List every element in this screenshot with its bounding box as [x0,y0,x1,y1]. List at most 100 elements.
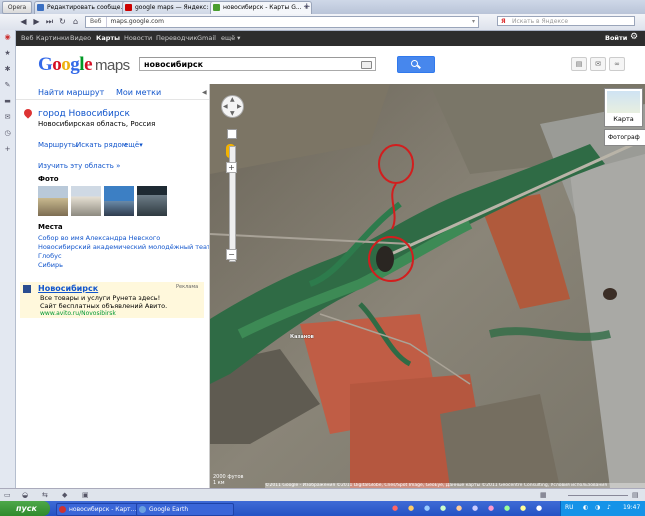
pan-left-icon[interactable]: ◀ [223,103,228,110]
place-link[interactable]: Новосибирский академический молодёжный т… [38,243,209,251]
opera-menu-button[interactable]: Opera [2,1,32,14]
view-icon[interactable]: ▣ [82,491,89,499]
pan-control[interactable]: ▲ ▼ ◀ ▶ [221,95,244,118]
quicklaunch-icon[interactable]: ● [536,504,542,512]
notes-icon[interactable]: ✎ [4,82,11,89]
tray-icon[interactable]: ◑ [595,504,600,511]
search-field[interactable]: Я Искать в Яндексе [497,16,635,26]
ad-title[interactable]: Новосибирск [38,284,98,293]
photos-toggle-button[interactable]: Фотограф [604,129,645,146]
turbo-icon[interactable]: ◆ [62,491,67,499]
place-link[interactable]: Сибирь [38,261,63,269]
gbar-link-more[interactable]: ещё ▾ [221,34,240,42]
tab-edit-message[interactable]: Редактировать сообще... ✕ [34,1,132,14]
zoom-view-icon[interactable]: ▦ [540,491,547,499]
tab-yandex-search[interactable]: google maps — Яндекс: ... ✕ [122,1,220,14]
search-nearby-action[interactable]: Искать рядом [76,141,127,149]
zoom-slider[interactable] [568,495,628,496]
gbar-link-translate[interactable]: Переводчик [156,34,197,42]
place-title[interactable]: город Новосибирск [38,109,130,119]
unite-icon[interactable]: ◒ [22,491,28,499]
signin-link[interactable]: Войти [605,34,627,42]
fast-forward-icon[interactable]: ⏭ [44,16,55,27]
taskbar-google-earth[interactable]: Google Earth [136,503,234,516]
photo-thumbnail[interactable] [38,186,68,216]
more-actions[interactable]: ещё▾ [124,141,143,149]
place-link[interactable]: Собор во имя Александра Невского [38,234,160,242]
reload-icon[interactable]: ↻ [57,16,68,27]
gbar-link-news[interactable]: Новости [124,34,152,42]
opera-logo-icon[interactable]: ◉ [4,34,11,41]
place-link[interactable]: Глобус [38,252,62,260]
share-icon[interactable]: ⇆ [42,491,48,499]
forward-arrow-icon[interactable]: ▶ [31,16,42,27]
add-panel-icon[interactable]: + [4,146,11,153]
photo-thumbnail[interactable] [104,186,134,216]
satellite-map[interactable]: ▲ ▼ ◀ ▶ + − Карта Фотограф Казанов 2000 … [210,84,645,488]
home-icon[interactable]: ⌂ [70,16,81,27]
map-place-label[interactable]: Казанов [290,334,314,340]
address-field[interactable]: Веб maps.google.com ▾ [85,16,479,28]
directions-action[interactable]: Маршруты [38,141,77,149]
gbar-link-video[interactable]: Видео [70,34,91,42]
chat-icon[interactable]: ▬ [4,98,11,105]
new-tab-button[interactable]: + [303,2,311,12]
tab-favicon-icon [37,4,44,11]
gbar-link-gmail[interactable]: Gmail [197,34,216,42]
gbar-link-web[interactable]: Веб [21,34,33,42]
map-scale: 2000 футов 1 км [213,474,243,486]
photo-thumbnail[interactable] [71,186,101,216]
ad-url[interactable]: www.avito.ru/Novosibirsk [40,310,116,317]
back-arrow-icon[interactable]: ◀ [18,16,29,27]
start-button[interactable]: пуск [0,501,50,516]
widgets-gear-icon[interactable]: ✱ [4,66,11,73]
explore-area-link[interactable]: Изучить эту область » [38,162,120,170]
panel-toggle-icon[interactable]: ▭ [4,491,11,499]
maps-search-input[interactable]: новосибирск [139,57,376,71]
gbar-link-maps[interactable]: Карты [96,34,120,42]
google-maps-logo[interactable]: Google maps [38,54,130,76]
print-icon[interactable]: ▤ [571,57,587,71]
pan-right-icon[interactable]: ▶ [237,103,242,110]
maps-search-button[interactable] [397,56,435,73]
sponsored-ad[interactable]: Новосибирск Реклама Все товары и услуги … [20,282,204,318]
bookmark-star-icon[interactable]: ▾ [472,17,475,27]
mail-icon[interactable]: ✉ [4,114,11,121]
tab-google-maps[interactable]: новосибирск - Карты G... ✕ [210,1,312,14]
quicklaunch-icon[interactable]: ● [408,504,414,512]
email-icon[interactable]: ✉ [590,57,606,71]
yandex-logo-icon: Я [501,18,506,25]
keyboard-icon[interactable] [361,61,372,69]
quicklaunch-icon[interactable]: ● [488,504,494,512]
language-indicator[interactable]: RU [565,504,574,511]
quicklaunch-icon[interactable]: ● [456,504,462,512]
task-label: новосибирск - Карт... [69,506,137,513]
results-panel: Найти маршрут Мои метки ◀ город Новосиби… [16,84,210,488]
settings-gear-icon[interactable]: ⚙ [630,32,638,42]
quicklaunch-icon[interactable]: ● [472,504,478,512]
taskbar-opera-window[interactable]: новосибирск - Карт... [56,503,146,516]
quicklaunch-icon[interactable]: ● [504,504,510,512]
tray-icon[interactable]: ◐ [583,504,588,511]
volume-icon[interactable]: ♪ [607,504,611,511]
link-icon[interactable]: ∞ [609,57,625,71]
zoom-out-button[interactable]: − [226,249,237,260]
pan-up-icon[interactable]: ▲ [230,96,235,103]
reset-view-icon[interactable] [227,129,237,139]
history-clock-icon[interactable]: ◷ [4,130,11,137]
map-pin-icon [22,107,34,119]
map-type-toggle[interactable]: Карта [604,88,643,127]
my-places-link[interactable]: Мои метки [116,88,161,97]
zoom-level-icon[interactable]: ▤ [632,491,639,499]
quicklaunch-icon[interactable]: ● [424,504,430,512]
directions-link[interactable]: Найти маршрут [38,88,104,97]
quicklaunch-icon[interactable]: ● [520,504,526,512]
gbar-link-images[interactable]: Картинки [36,34,69,42]
quicklaunch-icon[interactable]: ● [440,504,446,512]
zoom-in-button[interactable]: + [226,162,237,173]
collapse-panel-icon[interactable]: ◀ [202,89,207,96]
quicklaunch-icon[interactable]: ● [392,504,398,512]
photo-thumbnail[interactable] [137,186,167,216]
pan-down-icon[interactable]: ▼ [230,110,235,117]
bookmarks-star-icon[interactable]: ★ [4,50,11,57]
